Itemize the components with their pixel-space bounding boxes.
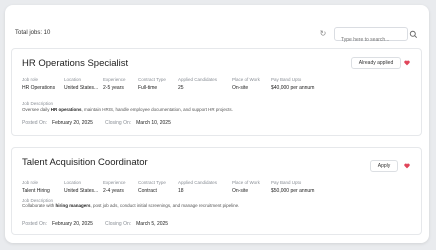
field-job-role: Job role HR Operations: [22, 77, 56, 91]
toolbar: Total jobs: 10 ↻: [5, 5, 429, 46]
field-place-of-work: Place of Work On-site: [232, 77, 260, 91]
field-pay-band: Pay Band Upto $50,000 per annum: [271, 180, 315, 194]
refresh-icon[interactable]: ↻: [318, 29, 328, 39]
already-applied-button[interactable]: Already applied: [351, 57, 401, 69]
field-experience: Experience 2-4 years: [103, 180, 126, 194]
job-description: Collaborate with hiring managers, post j…: [22, 203, 240, 208]
job-card: HR Operations Specialist Already applied…: [11, 48, 422, 136]
job-description: Oversee daily HR operations, maintain HR…: [22, 107, 233, 112]
job-title[interactable]: HR Operations Specialist: [22, 58, 128, 69]
bookmark-icon[interactable]: [404, 60, 410, 66]
closing-date: Closing On: March 10, 2025: [105, 120, 171, 126]
search-input[interactable]: [335, 34, 411, 46]
search-icon[interactable]: [409, 30, 418, 39]
bookmark-icon[interactable]: [404, 163, 410, 169]
field-contract-type: Contract Type Contract: [138, 180, 166, 194]
posted-date: Posted On: February 20, 2025: [22, 120, 93, 126]
job-list-panel: Total jobs: 10 ↻ HR Operations Specialis…: [5, 5, 429, 243]
apply-button[interactable]: Apply: [370, 160, 398, 172]
field-pay-band: Pay Band Upto $40,000 per annum: [271, 77, 315, 91]
total-jobs-count: Total jobs: 10: [15, 30, 51, 36]
closing-date: Closing On: March 5, 2025: [105, 221, 169, 227]
field-applied-candidates: Applied Candidates 25: [178, 77, 218, 91]
job-title[interactable]: Talent Acquisition Coordinator: [22, 157, 148, 168]
field-applied-candidates: Applied Candidates 18: [178, 180, 218, 194]
field-job-role: Job role Talent Hiring: [22, 180, 50, 194]
field-location: Location United States...: [64, 77, 99, 91]
field-experience: Experience 2-5 years: [103, 77, 126, 91]
description-label: Job Description: [22, 101, 54, 106]
search-field[interactable]: [334, 27, 411, 46]
job-card: Talent Acquisition Coordinator Apply Job…: [11, 147, 422, 235]
field-location: Location United States...: [64, 180, 99, 194]
field-contract-type: Contract Type Full-time: [138, 77, 166, 91]
field-place-of-work: Place of Work On-site: [232, 180, 260, 194]
posted-date: Posted On: February 20, 2025: [22, 221, 93, 227]
